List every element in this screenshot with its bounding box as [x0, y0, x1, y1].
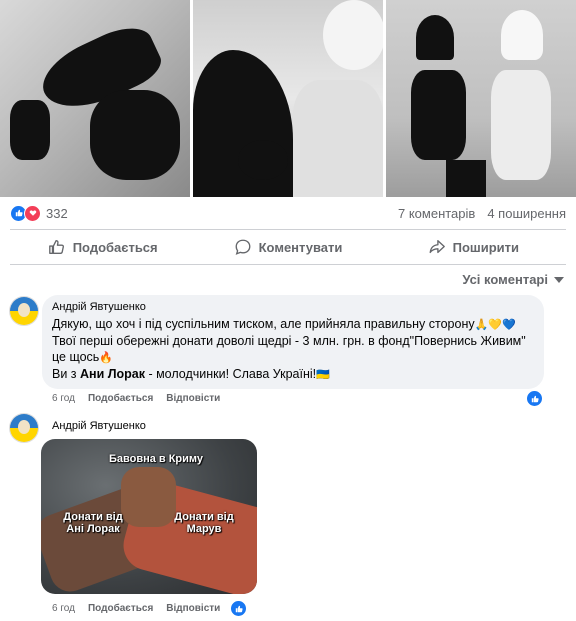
share-icon	[429, 240, 445, 254]
reaction-count[interactable]: 332	[46, 206, 68, 221]
post-photos	[0, 0, 576, 197]
share-button-label: Поширити	[452, 239, 520, 255]
comment-line: Ви з	[52, 367, 80, 381]
love-icon	[24, 204, 41, 222]
comment-author[interactable]: Андрій Явтушенко	[52, 301, 534, 313]
comment-like-button[interactable]: Подобається	[88, 393, 153, 404]
comment-reply-button[interactable]: Відповісти	[166, 393, 220, 404]
emoji-fire: 🔥	[99, 352, 114, 364]
comment-line: Дякую, що хоч і під суспільним тиском, а…	[52, 317, 475, 331]
comment-icon	[235, 239, 251, 255]
mention-link[interactable]: Ани Лорак	[80, 367, 145, 381]
thumbs-up-icon	[48, 240, 64, 254]
like-icon[interactable]	[525, 389, 544, 408]
meme-caption-top: Бавовна в Криму	[108, 453, 204, 465]
share-button[interactable]: Поширити	[381, 232, 566, 262]
reactions-summary: 332 7 коментарів 4 поширення	[10, 204, 566, 222]
meme-image[interactable]: Бавовна в Криму Донати від Ані Лорак Дон…	[41, 439, 257, 594]
comment-text: Дякую, що хоч і під суспільним тиском, а…	[52, 316, 534, 383]
comment-button[interactable]: Коментувати	[195, 232, 380, 262]
caret-down-icon	[554, 276, 564, 283]
comments-filter-label: Усі коментарі	[462, 272, 548, 287]
comment-bubble: Андрій Явтушенко Дякую, що хоч і під сус…	[42, 295, 544, 389]
reaction-icons[interactable]	[10, 204, 41, 222]
comment-button-label: Коментувати	[258, 239, 343, 255]
comment-line: це щось	[52, 350, 100, 364]
comments-filter-dropdown[interactable]: Усі коментарі	[462, 272, 564, 287]
comment-like-button[interactable]: Подобається	[88, 603, 153, 614]
divider	[10, 264, 566, 265]
comment-time[interactable]: 6 год	[52, 603, 75, 614]
comments-count[interactable]: 7 коментарів	[398, 206, 475, 221]
comment-meta: 6 год Подобається Відповісти	[52, 603, 220, 614]
comment-line: - молодчинки! Слава Україні!	[144, 367, 317, 381]
emoji-pray-hearts: 🙏💛💙	[474, 319, 516, 331]
meme-caption-right: Донати від Марув	[174, 511, 234, 535]
post-photo-2[interactable]	[193, 0, 383, 197]
comment-author[interactable]: Андрій Явтушенко	[52, 420, 146, 432]
comment-line: Твої перші обережні донати доволі щедрі …	[52, 334, 526, 348]
post-photo-3[interactable]	[386, 0, 576, 197]
emoji-ukraine-flag: 🇺🇦	[316, 369, 330, 381]
divider	[10, 229, 566, 230]
comment-reply-button[interactable]: Відповісти	[166, 603, 220, 614]
like-button-label: Подобається	[72, 239, 158, 255]
like-button[interactable]: Подобається	[10, 232, 195, 262]
comment-time[interactable]: 6 год	[52, 393, 75, 404]
meme-caption-left: Донати від Ані Лорак	[63, 511, 123, 535]
post-photo-1[interactable]	[0, 0, 190, 197]
post-actions: Подобається Коментувати Поширити	[10, 232, 566, 262]
avatar[interactable]	[9, 413, 39, 443]
avatar[interactable]	[9, 296, 39, 326]
like-icon[interactable]	[229, 599, 248, 618]
shares-count[interactable]: 4 поширення	[487, 206, 566, 221]
comment-meta: 6 год Подобається Відповісти	[52, 393, 220, 404]
